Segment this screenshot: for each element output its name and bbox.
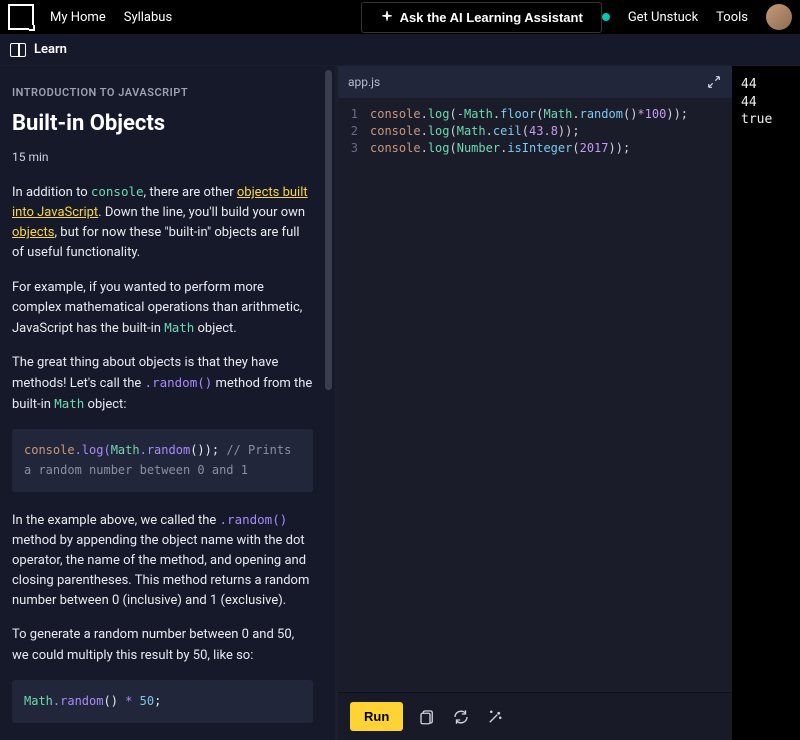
code-line[interactable]: console.log(Number.isInteger(2017));	[370, 140, 732, 157]
editor-footer: Run	[338, 692, 732, 740]
scrollbar[interactable]	[325, 70, 332, 390]
editor-tab[interactable]: app.js	[348, 75, 380, 89]
inline-code: .random()	[145, 375, 213, 390]
learn-label: Learn	[34, 42, 67, 57]
code-block-1: console.log(Math.random()); // Prints a …	[12, 429, 313, 491]
lesson-para-2: For example, if you wanted to perform mo…	[12, 278, 313, 339]
editor-column: app.js 123 console.log(-Math.floor(Math.…	[335, 66, 733, 740]
lesson-title: Built-in Objects	[12, 111, 313, 136]
lesson-panel[interactable]: INTRODUCTION TO JAVASCRIPT Built-in Obje…	[0, 66, 335, 740]
logo[interactable]	[8, 4, 34, 30]
nav-get-unstuck[interactable]: Get Unstuck	[628, 10, 698, 25]
inline-code: Math	[54, 396, 84, 411]
run-button[interactable]: Run	[350, 702, 403, 731]
inline-code: console	[91, 184, 144, 199]
lesson-para-5: To generate a random number between 0 an…	[12, 625, 313, 665]
learn-bar: Learn	[0, 34, 800, 66]
output-line: 44	[741, 94, 792, 112]
code-line[interactable]: console.log(-Math.floor(Math.random()*10…	[370, 106, 732, 123]
nav-my-home[interactable]: My Home	[50, 10, 106, 25]
inline-code: Math	[164, 320, 194, 335]
clipboard-icon[interactable]	[417, 707, 437, 727]
book-icon	[10, 43, 26, 57]
code-block-2: Math.random() * 50;	[12, 680, 313, 723]
editor-gutter: 123	[338, 106, 370, 692]
editor-tabbar: app.js	[338, 66, 732, 98]
code-line[interactable]: console.log(Math.ceil(43.8));	[370, 123, 732, 140]
nav-syllabus[interactable]: Syllabus	[124, 10, 172, 25]
top-header: My Home Syllabus Ask the AI Learning Ass…	[0, 0, 800, 34]
nav-tools[interactable]: Tools	[716, 10, 748, 25]
inline-code: .random()	[220, 512, 288, 527]
link-objects[interactable]: objects	[12, 225, 55, 240]
output-panel: 4444true	[733, 66, 800, 740]
avatar[interactable]	[766, 4, 792, 30]
ask-ai-button[interactable]: Ask the AI Learning Assistant	[361, 2, 602, 33]
output-line: true	[741, 111, 792, 129]
sparkle-icon	[380, 10, 394, 24]
expand-icon[interactable]	[706, 74, 722, 90]
lesson-para-4: In the example above, we called the .ran…	[12, 510, 313, 612]
status-dot	[602, 13, 610, 21]
line-number: 1	[338, 106, 358, 123]
ask-ai-label: Ask the AI Learning Assistant	[400, 10, 583, 25]
code-editor[interactable]: 123 console.log(-Math.floor(Math.random(…	[338, 98, 732, 692]
lesson-para-3: The great thing about objects is that th…	[12, 353, 313, 415]
line-number: 2	[338, 123, 358, 140]
magic-icon[interactable]	[485, 707, 505, 727]
line-number: 3	[338, 140, 358, 157]
lesson-para-1: In addition to console, there are other …	[12, 182, 313, 264]
output-line: 44	[741, 76, 792, 94]
refresh-icon[interactable]	[451, 707, 471, 727]
lesson-duration: 15 min	[12, 150, 313, 164]
lesson-kicker: INTRODUCTION TO JAVASCRIPT	[12, 86, 313, 99]
